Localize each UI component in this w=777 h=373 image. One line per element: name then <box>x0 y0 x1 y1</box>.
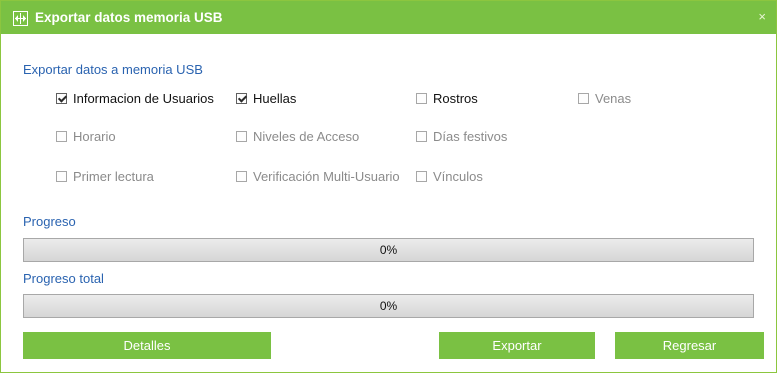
dialog-title: Exportar datos memoria USB <box>35 10 223 25</box>
checkbox-icon <box>56 130 67 142</box>
option-label: Niveles de Acceso <box>253 128 360 144</box>
option-label: Verificación Multi-Usuario <box>253 168 400 184</box>
option-verificacion-multi-usuario: Verificación Multi-Usuario <box>236 168 400 184</box>
option-label: Informacion de Usuarios <box>73 90 214 106</box>
usb-export-icon <box>13 11 28 26</box>
checkbox-icon <box>578 92 589 104</box>
option-rostros[interactable]: Rostros <box>416 90 478 106</box>
option-label: Primer lectura <box>73 168 154 184</box>
option-label: Días festivos <box>433 128 508 144</box>
option-niveles-acceso: Niveles de Acceso <box>236 128 359 144</box>
checkbox-icon <box>56 170 67 182</box>
checkbox-icon[interactable] <box>416 92 427 104</box>
option-primer-lectura: Primer lectura <box>56 168 154 184</box>
option-label: Horario <box>73 128 116 144</box>
export-usb-dialog: Exportar datos memoria USB × Exportar da… <box>0 0 777 373</box>
details-button[interactable]: Detalles <box>23 332 271 359</box>
total-progress-percent: 0% <box>379 299 398 313</box>
option-label: Vínculos <box>433 168 483 184</box>
checkbox-icon <box>416 130 427 142</box>
progress-bar: 0% <box>23 238 754 262</box>
back-button[interactable]: Regresar <box>615 332 764 359</box>
checkbox-icon <box>416 170 427 182</box>
option-label: Huellas <box>253 90 297 106</box>
progress-label: Progreso <box>23 214 76 229</box>
total-progress-bar: 0% <box>23 294 754 318</box>
progress-percent: 0% <box>379 243 398 257</box>
option-dias-festivos: Días festivos <box>416 128 507 144</box>
option-informacion-usuarios[interactable]: Informacion de Usuarios <box>56 90 214 106</box>
checkbox-icon <box>236 170 247 182</box>
option-horario: Horario <box>56 128 116 144</box>
checkbox-checked-icon[interactable] <box>236 92 247 104</box>
option-venas: Venas <box>578 90 631 106</box>
close-icon[interactable]: × <box>758 10 766 24</box>
checkbox-icon <box>236 130 247 142</box>
checkbox-checked-icon[interactable] <box>56 92 67 104</box>
option-label: Rostros <box>433 90 478 106</box>
section-title: Exportar datos a memoria USB <box>23 62 203 77</box>
option-vinculos: Vínculos <box>416 168 483 184</box>
option-label: Venas <box>595 90 632 106</box>
option-huellas[interactable]: Huellas <box>236 90 296 106</box>
total-progress-label: Progreso total <box>23 271 104 286</box>
export-button[interactable]: Exportar <box>439 332 595 359</box>
dialog-titlebar[interactable]: Exportar datos memoria USB × <box>1 1 776 34</box>
